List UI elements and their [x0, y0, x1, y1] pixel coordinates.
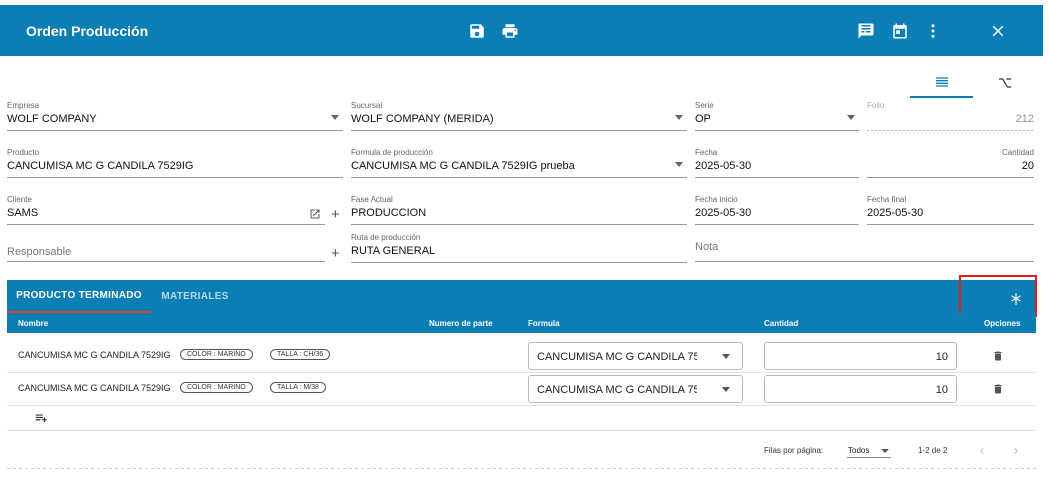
row-quantity-input[interactable]: 10	[764, 342, 957, 370]
close-icon[interactable]	[988, 21, 1008, 41]
chevron-left-icon[interactable]	[976, 444, 988, 456]
add-client-icon[interactable]: +	[331, 207, 340, 222]
rows-per-page-label: Filas por página:	[764, 446, 824, 455]
fecha-final-field[interactable]: Fecha final 2025-05-30	[867, 195, 1034, 225]
formula-select[interactable]: Formula de producción CANCUMISA MC G CAN…	[351, 148, 687, 178]
chevron-down-icon	[722, 387, 730, 392]
highlight-box	[959, 275, 1037, 317]
col-cantidad[interactable]: Cantidad	[764, 319, 798, 328]
tab-materiales[interactable]: MATERIALES	[151, 280, 239, 313]
rows-per-page-select[interactable]: Todos	[847, 442, 891, 458]
chevron-down-icon	[675, 115, 683, 120]
fecha-inicio-field[interactable]: Fecha inicio 2025-05-30	[695, 195, 859, 225]
save-icon[interactable]	[467, 21, 487, 41]
cliente-field[interactable]: Cliente SAMS	[7, 195, 325, 225]
more-vert-icon[interactable]	[923, 21, 943, 41]
chevron-down-icon	[675, 162, 683, 167]
chevron-down-icon	[722, 354, 730, 359]
chevron-right-icon[interactable]	[1010, 444, 1022, 456]
col-nombre[interactable]: Nombre	[18, 319, 48, 328]
dialog-title: Orden Producción	[26, 23, 149, 39]
hierarchy-view-icon[interactable]	[973, 68, 1036, 98]
table-row: CANCUMISA MC G CANDILA 7529IG COLOR : MA…	[7, 339, 1036, 373]
nota-field[interactable]: Nota	[695, 232, 1034, 262]
delete-icon[interactable]	[992, 349, 1004, 363]
empresa-select[interactable]: Empresa WOLF COMPANY	[7, 101, 343, 131]
open-in-new-icon[interactable]	[309, 207, 321, 219]
add-row-icon[interactable]	[33, 411, 49, 425]
list-view-icon[interactable]	[910, 68, 973, 98]
fase-field[interactable]: Fase Actual PRODUCCION	[351, 195, 687, 225]
chevron-down-icon	[331, 115, 339, 120]
add-responsable-icon[interactable]: +	[331, 246, 340, 261]
row-quantity-input[interactable]: 10	[764, 375, 957, 403]
print-icon[interactable]	[500, 21, 520, 41]
dialog-toolbar: Orden Producción	[0, 5, 1043, 56]
row-formula-select[interactable]: CANCUMISA MC G CANDILA 7529IG prueba	[528, 342, 743, 370]
producto-field[interactable]: Producto CANCUMISA MC G CANDILA 7529IG	[7, 148, 343, 178]
notes-icon[interactable]	[856, 21, 876, 41]
dialog-bottom-divider	[7, 468, 1036, 469]
folio-field: Folio 212	[867, 101, 1034, 131]
asterisk-icon[interactable]	[1009, 292, 1023, 306]
sucursal-select[interactable]: Sucursal WOLF COMPANY (MERIDA)	[351, 101, 687, 131]
chevron-down-icon	[847, 115, 855, 120]
ruta-field[interactable]: Ruta de producción RUTA GENERAL	[351, 233, 687, 263]
responsable-field[interactable]: Responsable	[7, 232, 325, 262]
detail-tabs: PRODUCTO TERMINADO MATERIALES	[7, 280, 1036, 313]
calendar-icon[interactable]	[890, 21, 910, 41]
cantidad-field[interactable]: Cantidad 20	[867, 148, 1034, 178]
table-footer-divider	[7, 430, 1036, 431]
col-formula[interactable]: Formula	[528, 319, 560, 328]
table-row: CANCUMISA MC G CANDILA 7529IG COLOR : MA…	[7, 372, 1036, 406]
chip-talla: TALLA : CH/36	[270, 349, 331, 360]
col-numero-parte[interactable]: Numero de parte	[429, 319, 493, 328]
serie-select[interactable]: Serie OP	[695, 101, 859, 131]
fecha-field[interactable]: Fecha 2025-05-30	[695, 148, 859, 178]
chip-color: COLOR : MARINO	[180, 382, 253, 393]
pagination-range: 1-2 de 2	[918, 446, 948, 455]
table-header: Nombre Numero de parte Formula Cantidad …	[7, 313, 1036, 333]
delete-icon[interactable]	[992, 382, 1004, 396]
col-opciones: Opciones	[984, 319, 1021, 328]
row-formula-select[interactable]: CANCUMISA MC G CANDILA 7529IG prueba	[528, 375, 743, 403]
chip-talla: TALLA : M/38	[270, 382, 326, 393]
tab-producto-terminado[interactable]: PRODUCTO TERMINADO	[7, 280, 151, 313]
chip-color: COLOR : MARINO	[180, 349, 253, 360]
view-tabs	[910, 68, 1040, 98]
chevron-down-icon	[881, 449, 889, 453]
